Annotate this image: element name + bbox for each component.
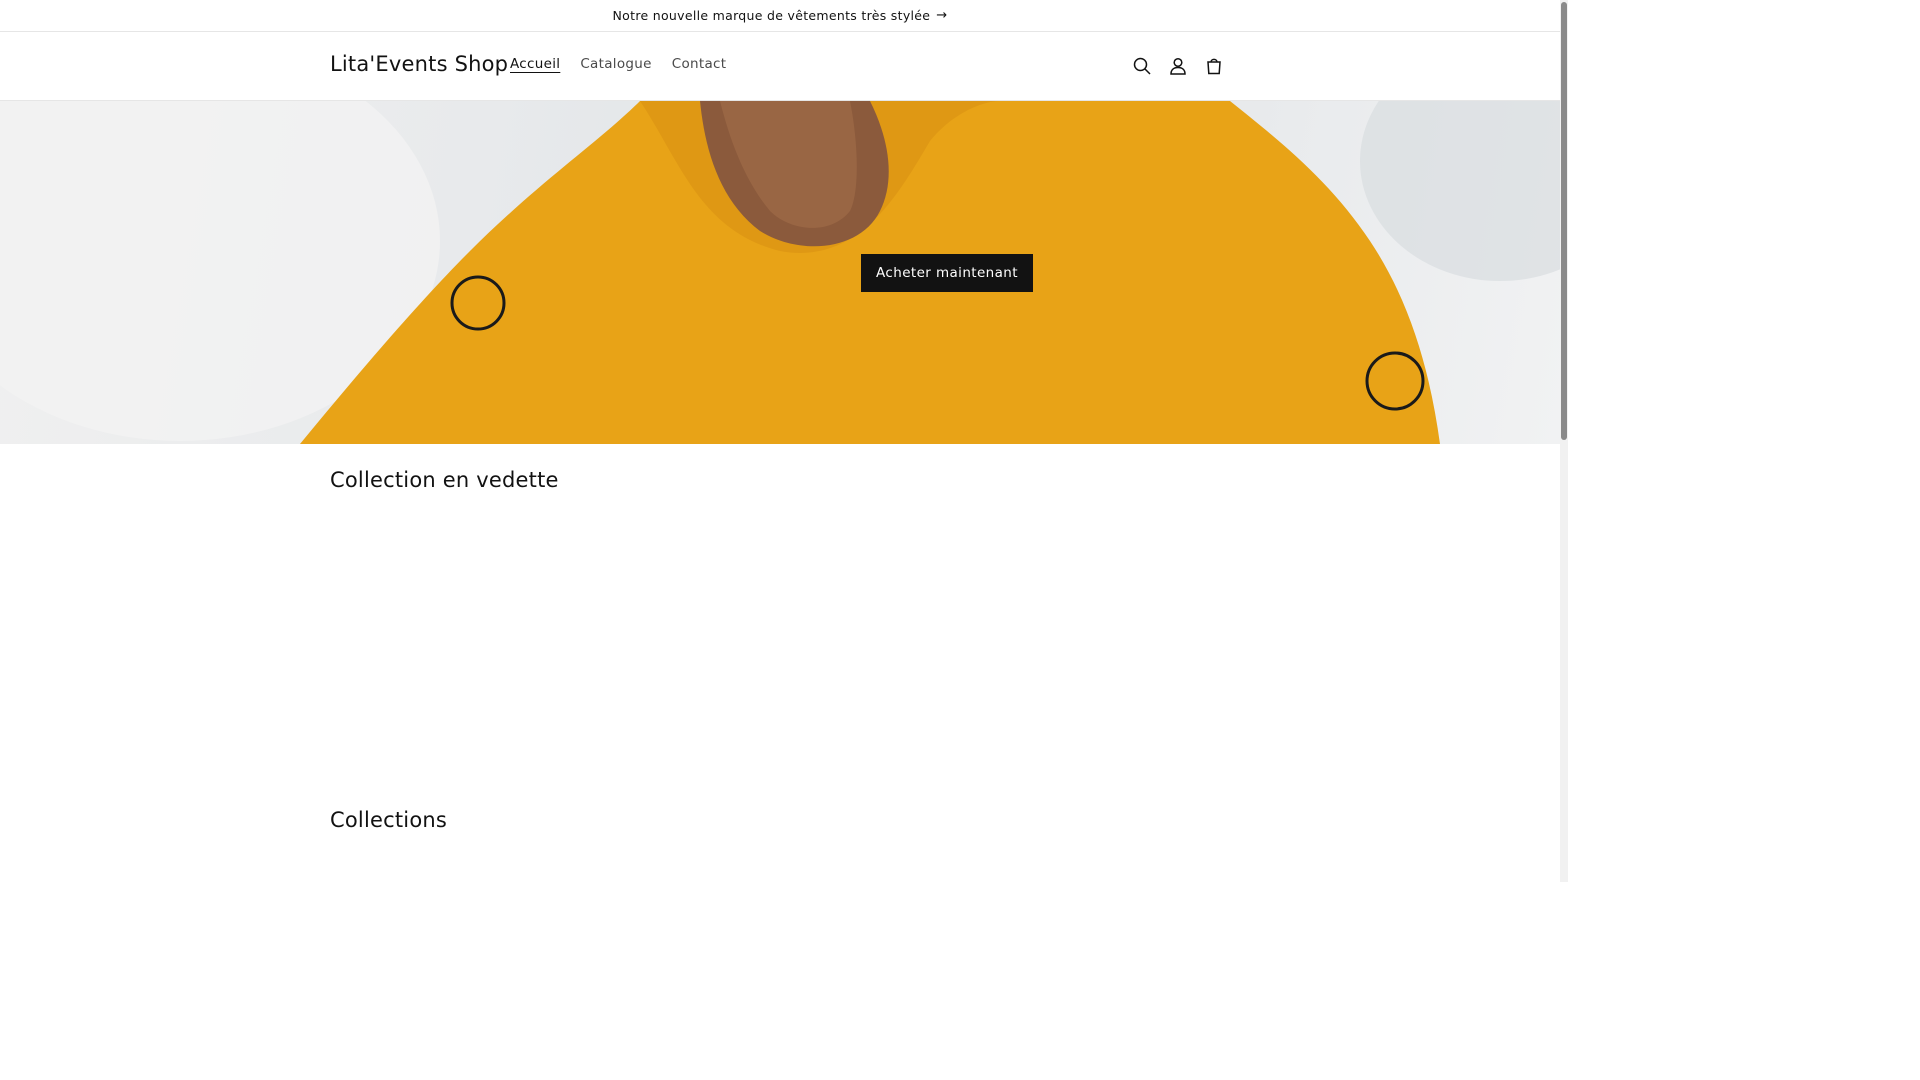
site-logo[interactable]: Lita'Events Shop <box>330 52 508 76</box>
account-button[interactable] <box>1160 48 1196 84</box>
arrow-right-icon[interactable]: → <box>936 8 947 23</box>
site-header: Lita'Events Shop Accueil Catalogue Conta… <box>0 32 1560 101</box>
scrollbar-thumb[interactable] <box>1561 2 1567 440</box>
header-icons <box>1124 48 1232 84</box>
collections-title: Collections <box>330 808 448 832</box>
search-button[interactable] <box>1124 48 1160 84</box>
announcement-text[interactable]: Notre nouvelle marque de vêtements très … <box>613 8 931 23</box>
cart-button[interactable] <box>1196 48 1232 84</box>
search-icon <box>1133 57 1151 75</box>
nav-item-contact[interactable]: Contact <box>662 56 737 72</box>
account-icon <box>1170 57 1186 75</box>
cart-icon <box>1207 58 1221 75</box>
featured-collection-title: Collection en vedette <box>330 468 559 492</box>
hero-banner: Acheter maintenant <box>0 101 1560 444</box>
hero-image <box>0 101 1560 444</box>
nav-item-accueil[interactable]: Accueil <box>500 56 570 72</box>
nav-item-catalogue[interactable]: Catalogue <box>570 56 661 72</box>
announcement-bar[interactable]: Notre nouvelle marque de vêtements très … <box>0 0 1560 32</box>
shop-now-button[interactable]: Acheter maintenant <box>861 254 1033 292</box>
main-nav: Accueil Catalogue Contact <box>500 56 736 72</box>
